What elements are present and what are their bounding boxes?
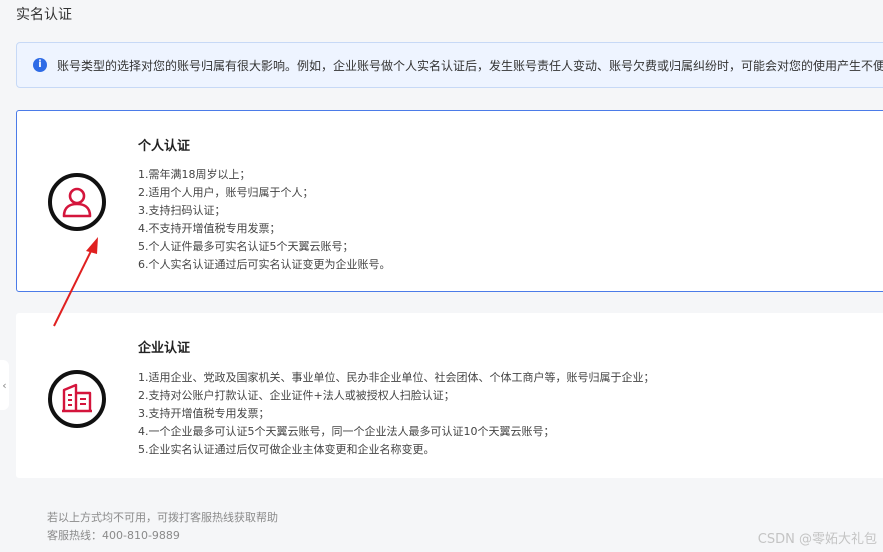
list-item: 1.需年满18周岁以上； xyxy=(138,168,251,181)
notice-text: 账号类型的选择对您的账号归属有很大影响。例如，企业账号做个人实名认证后，发生账号… xyxy=(57,58,883,73)
building-icon xyxy=(48,370,106,428)
list-item: 5.个人证件最多可实名认证5个天翼云账号； xyxy=(138,240,354,253)
enterprise-auth-title: 企业认证 xyxy=(138,341,191,356)
list-item: 3.支持扫码认证； xyxy=(138,204,226,217)
notice-banner: i 账号类型的选择对您的账号归属有很大影响。例如，企业账号做个人实名认证后，发生… xyxy=(16,42,883,88)
collapse-tab[interactable]: ‹ xyxy=(0,360,9,410)
page-title: 实名认证 xyxy=(16,7,72,23)
footer-hotline: 客服热线：400-810-9889 xyxy=(47,529,180,542)
footer-note: 若以上方式均不可用，可拨打客服热线获取帮助 xyxy=(47,511,278,524)
watermark: CSDN @零妬大礼包 xyxy=(757,532,877,547)
personal-auth-list: 1.需年满18周岁以上； 2.适用个人用户，账号归属于个人； 3.支持扫码认证；… xyxy=(138,166,391,274)
list-item: 5.企业实名认证通过后仅可做企业主体变更和企业名称变更。 xyxy=(138,443,435,456)
list-item: 1.适用企业、党政及国家机关、事业单位、民办非企业单位、社会团体、个体工商户等，… xyxy=(138,371,655,384)
chevron-left-icon: ‹ xyxy=(2,378,7,392)
enterprise-auth-list: 1.适用企业、党政及国家机关、事业单位、民办非企业单位、社会团体、个体工商户等，… xyxy=(138,369,655,459)
list-item: 2.支持对公账户打款认证、企业证件+法人或被授权人扫脸认证； xyxy=(138,389,455,402)
list-item: 6.个人实名认证通过后可实名认证变更为企业账号。 xyxy=(138,258,391,271)
personal-auth-card[interactable]: 个人认证 1.需年满18周岁以上； 2.适用个人用户，账号归属于个人； 3.支持… xyxy=(16,110,883,292)
personal-auth-title: 个人认证 xyxy=(138,139,191,154)
list-item: 4.一个企业最多可认证5个天翼云账号，同一个企业法人最多可认证10个天翼云账号； xyxy=(138,425,555,438)
list-item: 2.适用个人用户，账号归属于个人； xyxy=(138,186,314,199)
enterprise-auth-card[interactable]: 企业认证 1.适用企业、党政及国家机关、事业单位、民办非企业单位、社会团体、个体… xyxy=(16,313,883,478)
list-item: 4.不支持开增值税专用发票； xyxy=(138,222,281,235)
list-item: 3.支持开增值税专用发票； xyxy=(138,407,270,420)
info-icon: i xyxy=(33,58,47,72)
person-icon xyxy=(48,173,106,231)
